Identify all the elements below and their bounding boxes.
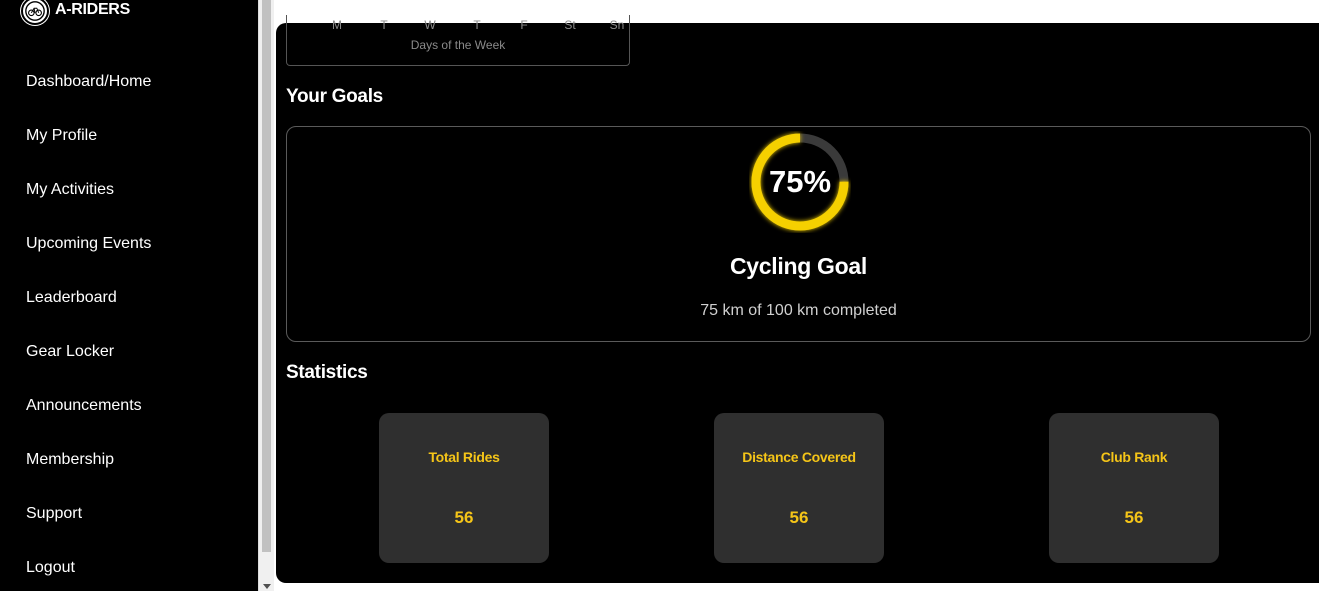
day-tick-label: T bbox=[473, 18, 481, 32]
stat-label: Club Rank bbox=[1100, 449, 1168, 465]
sidebar-item-upcoming-events[interactable]: Upcoming Events bbox=[0, 217, 258, 271]
cycling-goal-card: 75% Cycling Goal 75 km of 100 km complet… bbox=[286, 126, 1311, 342]
sidebar-item-support[interactable]: Support bbox=[0, 487, 258, 541]
goals-section-title: Your Goals bbox=[286, 86, 383, 107]
bicycle-club-logo-icon bbox=[21, 0, 49, 25]
goal-title: Cycling Goal bbox=[730, 253, 867, 279]
stat-label: Total Rides bbox=[428, 449, 500, 465]
sidebar-item-my-activities[interactable]: My Activities bbox=[0, 163, 258, 217]
sidebar: A-RIDERS Dashboard/Home My Profile My Ac… bbox=[0, 0, 258, 591]
sidebar-scrollbar[interactable] bbox=[258, 0, 274, 591]
statistics-section-title: Statistics bbox=[286, 362, 368, 383]
stat-value: 56 bbox=[454, 508, 474, 527]
sidebar-item-membership[interactable]: Membership bbox=[0, 433, 258, 487]
day-tick-label: M bbox=[332, 18, 342, 32]
sidebar-item-logout[interactable]: Logout bbox=[0, 541, 258, 591]
brand[interactable]: A-RIDERS bbox=[21, 0, 130, 26]
sidebar-item-my-profile[interactable]: My Profile bbox=[0, 109, 258, 163]
main-content: M T W T F St Sn Days of the Week Your Go… bbox=[276, 15, 1319, 583]
day-tick-label: F bbox=[520, 18, 528, 32]
weekly-activity-chart: M T W T F St Sn Days of the Week bbox=[286, 15, 630, 66]
sidebar-nav: Dashboard/Home My Profile My Activities … bbox=[0, 55, 258, 591]
goal-description: 75 km of 100 km completed bbox=[700, 302, 897, 319]
stat-card-club-rank: Club Rank 56 bbox=[1049, 413, 1219, 563]
stat-card-total-rides: Total Rides 56 bbox=[379, 413, 549, 563]
day-tick-label: T bbox=[380, 18, 388, 32]
sidebar-item-announcements[interactable]: Announcements bbox=[0, 379, 258, 433]
chart-x-axis-label: Days of the Week bbox=[410, 38, 506, 52]
sidebar-item-gear-locker[interactable]: Gear Locker bbox=[0, 325, 258, 379]
stat-value: 56 bbox=[1124, 508, 1144, 527]
sidebar-item-dashboard[interactable]: Dashboard/Home bbox=[0, 55, 258, 109]
stat-value: 56 bbox=[789, 508, 809, 527]
scroll-down-arrow-icon[interactable] bbox=[263, 584, 271, 589]
stat-label: Distance Covered bbox=[742, 449, 856, 465]
day-tick-label: St bbox=[564, 18, 576, 32]
day-tick-label: Sn bbox=[609, 18, 625, 32]
sidebar-item-leaderboard[interactable]: Leaderboard bbox=[0, 271, 258, 325]
stat-card-distance-covered: Distance Covered 56 bbox=[714, 413, 884, 563]
scrollbar-thumb[interactable] bbox=[262, 0, 271, 552]
goal-progress-percent: 75% bbox=[768, 164, 832, 199]
brand-name: A-RIDERS bbox=[55, 1, 130, 18]
day-tick-label: W bbox=[424, 18, 436, 32]
